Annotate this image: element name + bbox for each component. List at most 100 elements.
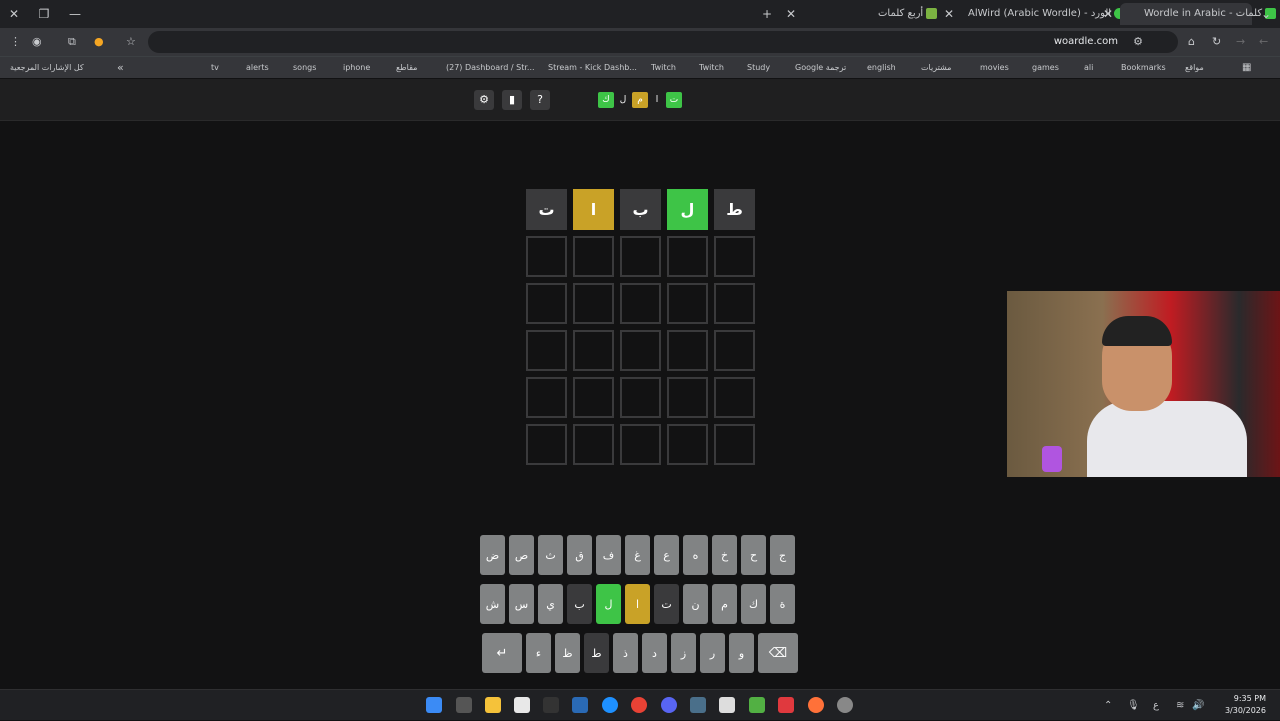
key[interactable]: م [712, 584, 737, 624]
brave-icon[interactable] [778, 697, 794, 713]
apps-grid-icon[interactable]: ▦ [1242, 57, 1251, 79]
task-view-icon[interactable] [456, 697, 472, 713]
key[interactable]: ك [741, 584, 766, 624]
bookmark-item[interactable]: ali [1084, 57, 1093, 79]
bookmark-item[interactable]: tv [211, 57, 219, 79]
store-icon[interactable] [514, 697, 530, 713]
key[interactable]: ث [538, 535, 563, 575]
snipping-tool-icon[interactable] [719, 697, 735, 713]
discord-icon[interactable] [661, 697, 677, 713]
bookmark-item[interactable]: Stream - Kick Dashb... [548, 57, 637, 79]
key[interactable]: ط [584, 633, 609, 673]
xbox-icon[interactable] [749, 697, 765, 713]
bookmark-item[interactable]: Bookmarks [1121, 57, 1166, 79]
key[interactable]: ف [596, 535, 621, 575]
bookmark-item[interactable]: (27) Dashboard / Str... [446, 57, 535, 79]
bookmark-item[interactable]: مواقع [1185, 57, 1204, 79]
mic-icon[interactable]: 🎙 [1127, 690, 1140, 721]
edge-icon[interactable] [602, 697, 618, 713]
bookmark-item[interactable]: مشتريات [921, 57, 951, 79]
app-icon[interactable] [690, 697, 706, 713]
key[interactable]: ج [770, 535, 795, 575]
minimize-window-icon[interactable]: — [64, 3, 86, 25]
key[interactable]: ا [625, 584, 650, 624]
language-indicator[interactable]: ع [1153, 690, 1159, 721]
extension-icon[interactable]: ● [94, 31, 104, 53]
reload-icon[interactable]: ↻ [1212, 31, 1221, 53]
bookmark-item[interactable]: Twitch [651, 57, 676, 79]
key[interactable]: ن [683, 584, 708, 624]
bookmark-all[interactable]: كل الإشارات المرجعية [10, 57, 84, 79]
key[interactable]: ي [538, 584, 563, 624]
key[interactable]: غ [625, 535, 650, 575]
chrome-icon[interactable] [631, 697, 647, 713]
home-icon[interactable]: ⌂ [1188, 31, 1195, 53]
app-icon[interactable] [543, 697, 559, 713]
menu-icon[interactable]: ⋮ [10, 31, 21, 53]
key[interactable]: ء [526, 633, 551, 673]
address-bar[interactable]: woardle.com ⚙ [148, 31, 1178, 53]
key[interactable]: و [729, 633, 754, 673]
key[interactable]: ش [480, 584, 505, 624]
bookmark-item[interactable]: songs [293, 57, 316, 79]
key[interactable]: ة [770, 584, 795, 624]
tab-close-icon[interactable]: ✕ [938, 3, 960, 25]
bar-chart-icon[interactable]: ▮ [502, 90, 522, 110]
tab-wordle-arabic[interactable]: Wordle in Arabic - كلمات [1120, 3, 1277, 25]
key[interactable]: ه [683, 535, 708, 575]
extensions-icon[interactable]: ⧉ [68, 31, 76, 53]
profile-icon[interactable]: ◉ [32, 31, 42, 53]
key[interactable]: ظ [555, 633, 580, 673]
bookmark-item[interactable]: iphone [343, 57, 370, 79]
bookmark-item[interactable]: alerts [246, 57, 269, 79]
tab-close-icon[interactable]: ✕ [780, 3, 802, 25]
key[interactable]: ت [654, 584, 679, 624]
help-button[interactable]: ? [530, 90, 550, 110]
key[interactable]: ع [654, 535, 679, 575]
key[interactable]: ز [671, 633, 696, 673]
tab-search-icon[interactable]: ⌄ [1255, 3, 1277, 25]
restore-window-icon[interactable]: ❐ [33, 3, 55, 25]
app-icon[interactable] [837, 697, 853, 713]
bookmark-item[interactable]: Twitch [699, 57, 724, 79]
start-windows-icon[interactable] [426, 697, 442, 713]
tab-close-icon[interactable]: ✕ [1097, 3, 1119, 25]
key[interactable]: ق [567, 535, 592, 575]
steam-icon[interactable] [572, 697, 588, 713]
bookmark-item[interactable]: movies [980, 57, 1009, 79]
tab-arba-kalimat[interactable]: أربع كلمات [878, 3, 940, 25]
bookmarks-overflow-icon[interactable]: « [117, 57, 124, 79]
forward-icon[interactable]: → [1236, 31, 1245, 53]
volume-icon[interactable]: 🔊 [1192, 690, 1204, 721]
system-clock[interactable]: 9:35 PM 3/30/2026 [1225, 693, 1266, 717]
bookmark-item[interactable]: Study [747, 57, 770, 79]
bookmark-item[interactable]: english [867, 57, 896, 79]
key[interactable]: ب [567, 584, 592, 624]
site-settings-icon[interactable]: ⚙ [1133, 31, 1143, 53]
bookmark-item[interactable]: مقاطع [396, 57, 417, 79]
file-explorer-icon[interactable] [485, 697, 501, 713]
board-tile [714, 236, 755, 277]
bookmark-item[interactable]: games [1032, 57, 1059, 79]
firefox-icon[interactable] [808, 697, 824, 713]
key[interactable]: ض [480, 535, 505, 575]
new-tab-icon[interactable]: + [756, 3, 778, 25]
key[interactable]: خ [712, 535, 737, 575]
tray-overflow-icon[interactable]: ⌃ [1104, 690, 1112, 721]
board-tile: ط [714, 189, 755, 230]
key[interactable]: ر [700, 633, 725, 673]
enter-key[interactable]: ↵ [482, 633, 522, 673]
backspace-key[interactable]: ⌫ [758, 633, 798, 673]
key[interactable]: ص [509, 535, 534, 575]
back-icon[interactable]: ← [1259, 31, 1268, 53]
wifi-icon[interactable]: ≋ [1176, 690, 1184, 721]
key[interactable]: ح [741, 535, 766, 575]
key[interactable]: س [509, 584, 534, 624]
key[interactable]: ذ [613, 633, 638, 673]
key[interactable]: د [642, 633, 667, 673]
gear-icon[interactable]: ⚙ [474, 90, 494, 110]
bookmark-item[interactable]: Google ترجمة [795, 57, 846, 79]
bookmark-star-icon[interactable]: ☆ [126, 31, 136, 53]
close-window-icon[interactable]: ✕ [3, 3, 25, 25]
key[interactable]: ل [596, 584, 621, 624]
